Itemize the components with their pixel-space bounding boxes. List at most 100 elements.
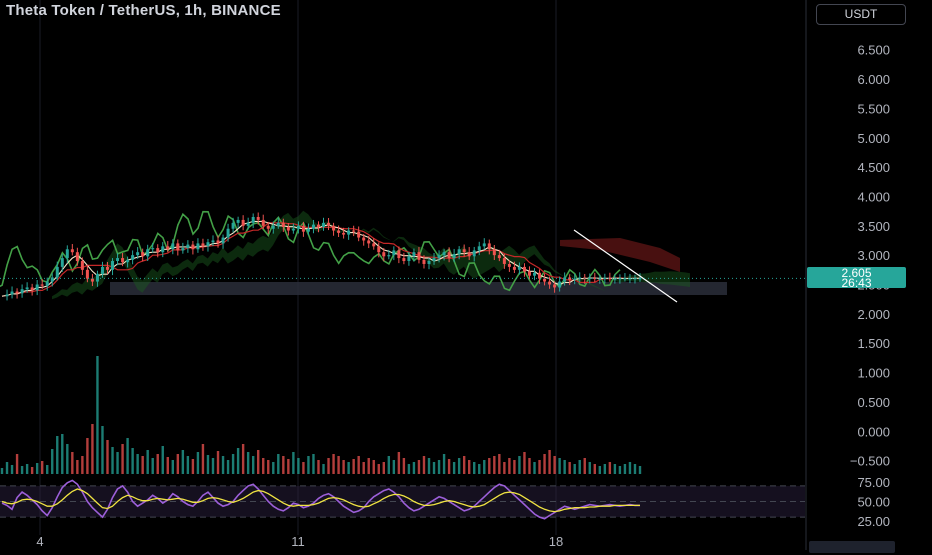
- price-tick-label: 6.500: [857, 43, 890, 58]
- candle-body: [447, 252, 451, 259]
- volume-bar: [40, 461, 44, 474]
- volume-bar: [447, 459, 451, 474]
- volume-bar: [503, 462, 506, 474]
- candle-body: [201, 243, 205, 247]
- volume-bar: [81, 456, 84, 474]
- bar-countdown: 26:43: [841, 276, 872, 290]
- candle-body: [80, 261, 84, 270]
- price-tick-label: 1.500: [857, 336, 890, 351]
- time-axis-badge: [809, 541, 895, 553]
- price-tick-label: 5.500: [857, 101, 890, 116]
- candle-body: [527, 271, 531, 276]
- candle-body: [332, 225, 336, 231]
- candle-body: [221, 237, 225, 244]
- price-tick-label: 3.000: [857, 248, 890, 263]
- volume-bar: [226, 460, 230, 474]
- candle-body: [613, 278, 617, 280]
- candle-body: [171, 243, 175, 250]
- candle-body: [467, 252, 471, 257]
- volume-bar: [196, 452, 200, 474]
- volume-bar: [277, 454, 280, 474]
- volume-bar: [327, 458, 330, 474]
- volume-bar: [432, 462, 436, 474]
- candle-body: [60, 258, 64, 267]
- volume-bar: [367, 458, 370, 474]
- volume-bar: [558, 458, 561, 474]
- volume-bar: [583, 458, 586, 474]
- candle-body: [266, 225, 270, 229]
- candle-body: [558, 281, 562, 288]
- volume-bar: [5, 462, 9, 474]
- volume-bar: [121, 444, 124, 474]
- chart-title: Theta Token / TetherUS, 1h, BINANCE: [6, 2, 281, 19]
- candle-body: [372, 243, 376, 247]
- volume-bar: [523, 452, 526, 474]
- ichimoku-cloud-bear: [560, 238, 680, 272]
- volume-bar: [618, 466, 622, 474]
- volume-bar: [478, 464, 481, 474]
- candle-body: [181, 248, 185, 251]
- chart-canvas[interactable]: 6.500 6.000 5.500 5.000 4.500 4.000 3.500 3.000…: [0, 0, 932, 550]
- volume-bar: [493, 456, 496, 474]
- candle-body: [377, 246, 381, 253]
- candle-body: [452, 253, 456, 259]
- price-tick-label: 4.500: [857, 160, 890, 175]
- volume-bar: [0, 468, 4, 474]
- candle-body: [357, 231, 361, 238]
- volume-bar: [71, 452, 74, 474]
- candle-body: [593, 278, 597, 280]
- volume-bar: [332, 454, 335, 474]
- volume-bar: [61, 434, 64, 474]
- volume-bar: [126, 438, 129, 474]
- candle-body: [10, 291, 14, 295]
- candle-body: [35, 284, 39, 291]
- candle-body: [512, 266, 516, 270]
- support-zone: [110, 282, 727, 295]
- volume-bar: [251, 456, 255, 474]
- volume-bar: [156, 454, 159, 474]
- volume-bar: [201, 444, 205, 474]
- volume-bar: [603, 464, 607, 474]
- volume-bar: [628, 462, 632, 474]
- candle-body: [316, 224, 320, 227]
- volume-bar: [488, 458, 491, 474]
- candle-body: [327, 222, 331, 226]
- candle-body: [196, 243, 200, 250]
- candle-body: [236, 219, 240, 223]
- last-price-badge: 2.605 26:43: [807, 267, 906, 290]
- currency-selector[interactable]: USDT: [816, 4, 906, 25]
- candle-body: [553, 284, 557, 288]
- volume-bar: [161, 446, 164, 474]
- candle-body: [296, 225, 300, 229]
- volume-bar: [598, 466, 602, 474]
- candle-body: [65, 249, 69, 259]
- price-chart[interactable]: 6.500 6.000 5.500 5.000 4.500 4.000 3.500 3.000…: [0, 0, 932, 550]
- candle-body: [15, 291, 19, 294]
- candle-body: [126, 259, 130, 263]
- volume-bar: [538, 460, 541, 474]
- volume-bar: [347, 462, 350, 474]
- volume-bar: [633, 464, 637, 474]
- candle-body: [362, 237, 366, 241]
- volume-bar: [417, 460, 421, 474]
- volume-bar: [96, 356, 99, 474]
- candle-body: [281, 222, 285, 227]
- volume-bar: [563, 460, 566, 474]
- candle-body: [337, 230, 341, 233]
- price-tick-label: 6.000: [857, 72, 890, 87]
- candle-body: [367, 240, 371, 244]
- candle-body: [342, 232, 346, 235]
- candle-body: [85, 269, 89, 279]
- candle-body: [176, 243, 180, 251]
- volume-bar: [262, 458, 265, 474]
- candle-body: [151, 248, 155, 250]
- candle-body: [517, 266, 521, 270]
- candle-body: [472, 250, 476, 257]
- volume-bar: [141, 456, 144, 474]
- volume-bar: [392, 460, 396, 474]
- candle-body: [417, 252, 421, 260]
- volume-bar: [176, 454, 180, 474]
- volume-bar: [442, 454, 446, 474]
- candle-body: [311, 224, 315, 229]
- volume-bar: [86, 438, 89, 474]
